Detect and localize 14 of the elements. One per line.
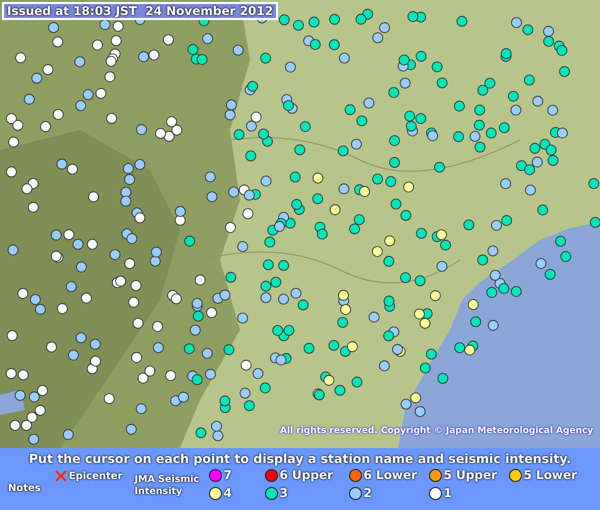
notes-label: Notes (8, 482, 41, 494)
intensity-label: 2 (364, 486, 372, 500)
intensity-label: 5 Lower (524, 468, 578, 482)
intensity-label: 7 (224, 468, 232, 482)
issued-time-label: Issued at 18:03 JST 24 November 2012 (2, 2, 278, 20)
intensity-label: 3 (280, 486, 288, 500)
intensity-label: 4 (224, 486, 232, 500)
intensity-label: 1 (444, 486, 452, 500)
intensity-label: 5 Upper (444, 468, 498, 482)
intensity-scale-label: JMA Seismic Intensity (134, 474, 200, 498)
epicenter-label: Epicenter (68, 470, 123, 482)
instruction-text: Put the cursor on each point to display a station name and seismic intensity. (28, 451, 572, 466)
intensity-label: 6 Upper (280, 468, 334, 482)
intensity-label: 6 Lower (364, 468, 418, 482)
